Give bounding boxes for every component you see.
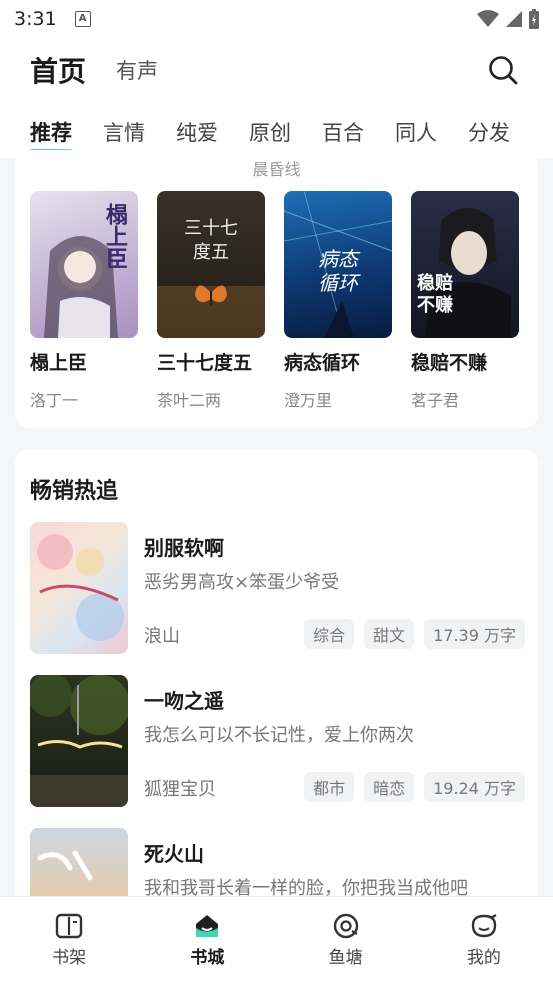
app-header: 首页 有声 推荐 言情 纯爱 原创 百合 同人 分发 [0,38,553,158]
tab-original[interactable]: 原创 [249,117,291,147]
page-title[interactable]: 首页 [30,50,86,90]
book-author: 浪山 [144,626,180,647]
battery-icon [529,9,539,29]
recommend-books-card: 晨昏线 榻上臣 榻上臣 洛丁一 三十七 度五 三十七度五 茶叶二两 病态循环 病… [15,150,538,428]
book-tags: 综合 甜文 17.39 万字 [304,619,525,649]
book-card[interactable]: 稳赔不赚 稳赔不赚 茗子君 [411,191,519,411]
list-item[interactable]: 别服软啊 恶劣男高攻×笨蛋少爷受 浪山 综合 甜文 17.39 万字 [30,522,525,656]
wifi-icon [477,10,499,27]
nav-label: 书架 [52,948,87,968]
tab-fanfic[interactable]: 同人 [395,117,437,147]
profile-icon [471,914,497,938]
nav-label: 我的 [466,948,501,968]
tab-recommend[interactable]: 推荐 [30,117,72,152]
status-icons [477,9,539,29]
book-author: 茗子君 [411,391,460,410]
list-item[interactable]: 一吻之遥 我怎么可以不长记性，爱上你两次 狐狸宝贝 都市 暗恋 19.24 万字 [30,675,525,809]
signal-icon [506,11,522,27]
notification-a-icon: A [74,11,91,27]
nav-profile[interactable]: 我的 [415,897,553,984]
book-description: 恶劣男高攻×笨蛋少爷受 [144,572,340,593]
book-card[interactable]: 榻上臣 榻上臣 洛丁一 [30,191,138,411]
tab-gl[interactable]: 百合 [322,117,364,147]
nav-fishpond[interactable]: 鱼塘 [277,897,415,984]
tab-distribution[interactable]: 分发 [468,117,510,147]
tab-bl[interactable]: 纯爱 [176,117,218,147]
book-title: 别服软啊 [144,536,224,560]
nav-bookstore[interactable]: 书城 [138,897,276,984]
tag-badge: 综合 [304,619,355,649]
book-title: 死火山 [144,842,204,866]
cover-title-text: 病态循环 [318,247,358,295]
book-author: 茶叶二两 [157,391,222,410]
cover-title-text: 稳赔不赚 [417,273,453,316]
bookstore-icon [196,915,219,937]
nav-label: 书城 [190,948,225,968]
status-time: 3:31 [14,8,57,30]
cover-title-text: 榻上臣 [102,203,127,269]
book-title: 三十七度五 [157,352,253,374]
cutoff-text: 晨昏线 [252,160,301,179]
book-cover[interactable]: 病态循环 [284,191,392,338]
book-card[interactable]: 三十七 度五 三十七度五 茶叶二两 [157,191,265,411]
hot-books-card: 畅销热追 别服软啊 恶劣男高攻×笨蛋少爷受 浪山 综合 甜文 17.39 万字 … [15,449,538,960]
book-title: 榻上臣 [30,352,88,374]
book-title: 病态循环 [284,352,361,374]
book-author: 澄万里 [284,391,333,410]
category-tabs: 推荐 言情 纯爱 原创 百合 同人 分发 [0,112,553,152]
book-cover[interactable]: 榻上臣 [30,191,138,338]
section-title: 畅销热追 [30,479,119,504]
fishpond-icon [333,913,358,939]
book-title: 稳赔不赚 [411,352,488,374]
word-count-badge: 19.24 万字 [424,772,525,802]
tag-badge: 甜文 [364,619,415,649]
search-icon[interactable] [486,53,520,87]
book-tags: 都市 暗恋 19.24 万字 [304,772,525,802]
book-card[interactable]: 病态循环 病态循环 澄万里 [284,191,392,411]
cover-title-text: 三十七 度五 [184,218,238,263]
book-cover[interactable] [30,522,128,654]
word-count-badge: 17.39 万字 [424,619,525,649]
nav-bookshelf[interactable]: 书架 [0,897,138,984]
book-author: 洛丁一 [30,391,79,410]
bookshelf-icon [55,913,83,939]
book-cover[interactable]: 三十七 度五 [157,191,265,338]
tab-romance[interactable]: 言情 [103,117,145,147]
tag-badge: 暗恋 [364,772,415,802]
book-title: 一吻之遥 [144,689,224,713]
audio-tab[interactable]: 有声 [116,55,158,85]
status-bar: 3:31 A [0,0,553,38]
book-cover[interactable] [30,675,128,807]
book-author: 狐狸宝贝 [144,779,216,800]
nav-label: 鱼塘 [328,948,363,968]
book-description: 我怎么可以不长记性，爱上你两次 [144,725,414,746]
book-cover[interactable]: 稳赔不赚 [411,191,519,338]
tag-badge: 都市 [304,772,355,802]
bottom-navigation: 书架 书城 鱼塘 我的 [0,896,553,984]
